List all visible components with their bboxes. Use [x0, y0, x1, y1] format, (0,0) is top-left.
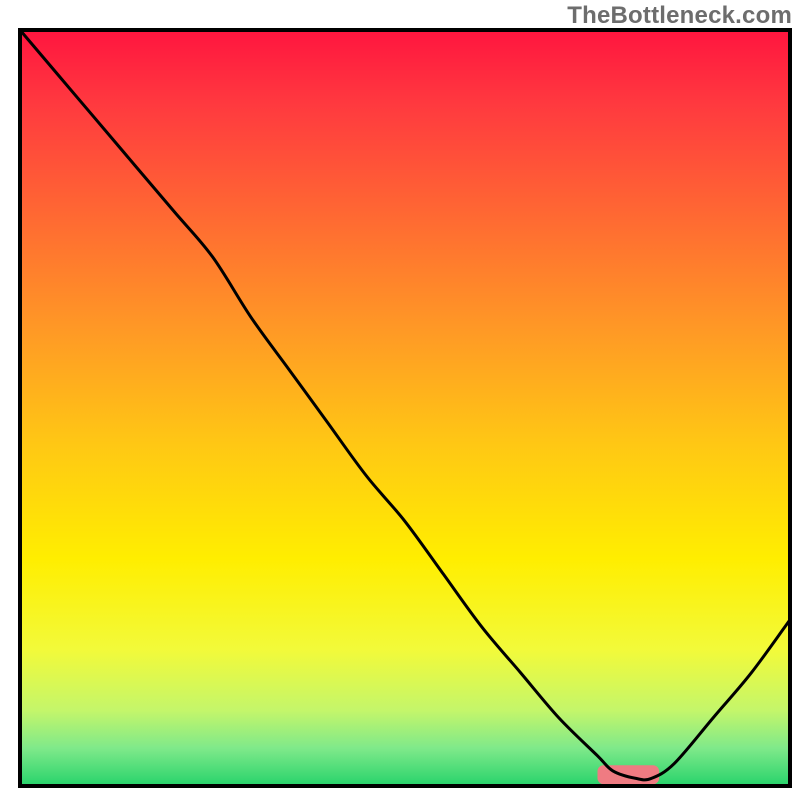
plot-background [20, 30, 790, 786]
optimum-marker [598, 765, 660, 784]
bottleneck-chart [0, 0, 800, 800]
chart-wrap: TheBottleneck.com [0, 0, 800, 800]
